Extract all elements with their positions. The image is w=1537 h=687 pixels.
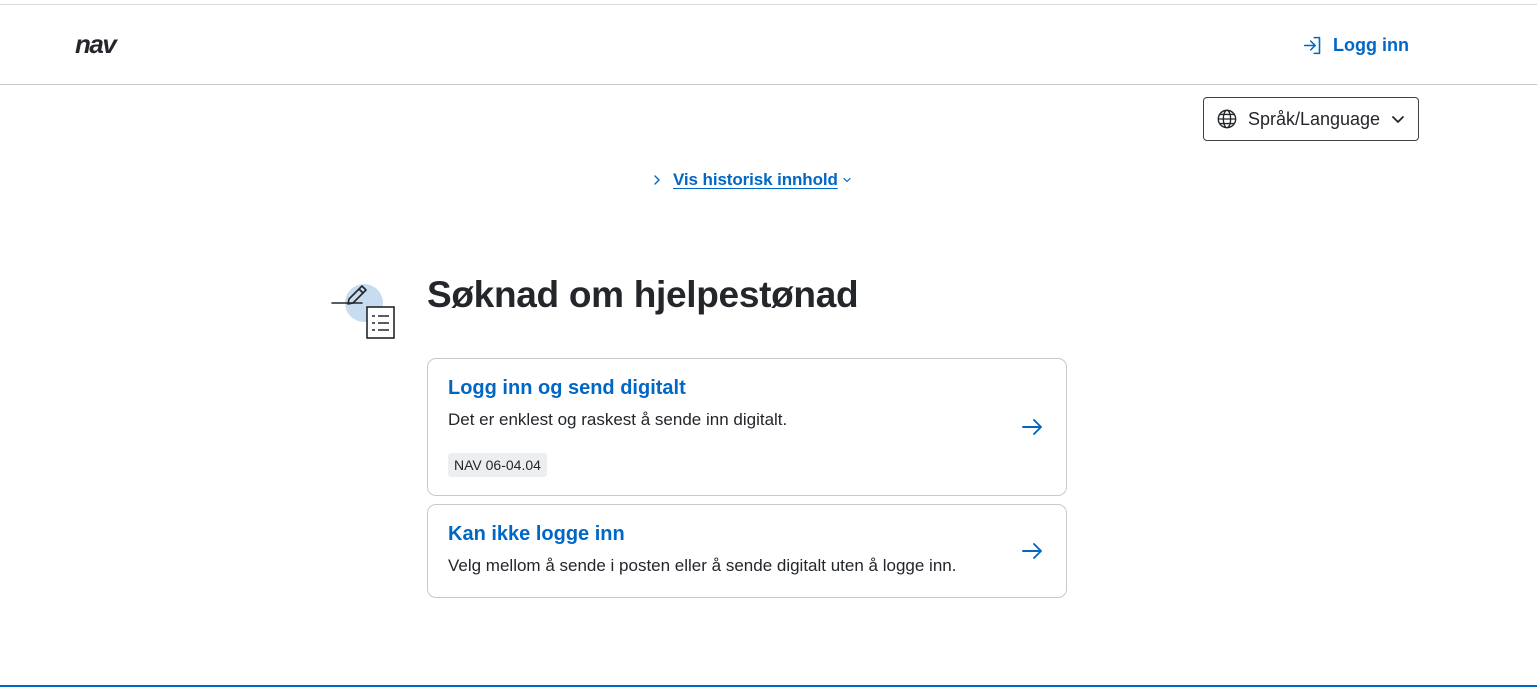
site-header: nav Logg inn — [0, 5, 1537, 85]
chevron-down-icon — [1392, 116, 1404, 123]
page-title: Søknad om hjelpestønad — [427, 274, 859, 315]
card-title[interactable]: Logg inn og send digitalt — [448, 377, 686, 400]
card-description: Velg mellom å sende i posten eller å sen… — [448, 556, 957, 575]
language-label: Språk/Language — [1247, 108, 1381, 129]
form-pencil-icon — [331, 284, 395, 339]
language-select[interactable]: Språk/Language — [1203, 97, 1419, 141]
card-description: Det er enklest og raskest å sende inn di… — [448, 410, 788, 429]
chevron-right-icon — [654, 175, 660, 185]
login-icon — [1303, 36, 1321, 54]
login-label: Logg inn — [1333, 34, 1409, 55]
cannot-login-card[interactable]: Kan ikke logge inn Velg mellom å sende i… — [427, 504, 1067, 598]
show-history-toggle[interactable]: Vis historisk innhold — [651, 168, 852, 192]
chevron-down-small-icon — [843, 177, 851, 183]
show-history-link[interactable]: Vis historisk innhold — [673, 170, 838, 190]
globe-icon — [1217, 109, 1237, 129]
login-link[interactable]: Logg inn — [1302, 32, 1409, 58]
svg-text:nav: nav — [75, 33, 118, 57]
form-number-tag: NAV 06-04.04 — [448, 453, 547, 477]
arrow-right-icon — [1022, 419, 1042, 435]
arrow-right-icon — [1022, 543, 1042, 559]
nav-logo[interactable]: nav — [75, 33, 141, 57]
login-digital-card[interactable]: Logg inn og send digitalt Det er enklest… — [427, 358, 1067, 496]
card-title[interactable]: Kan ikke logge inn — [448, 523, 625, 546]
